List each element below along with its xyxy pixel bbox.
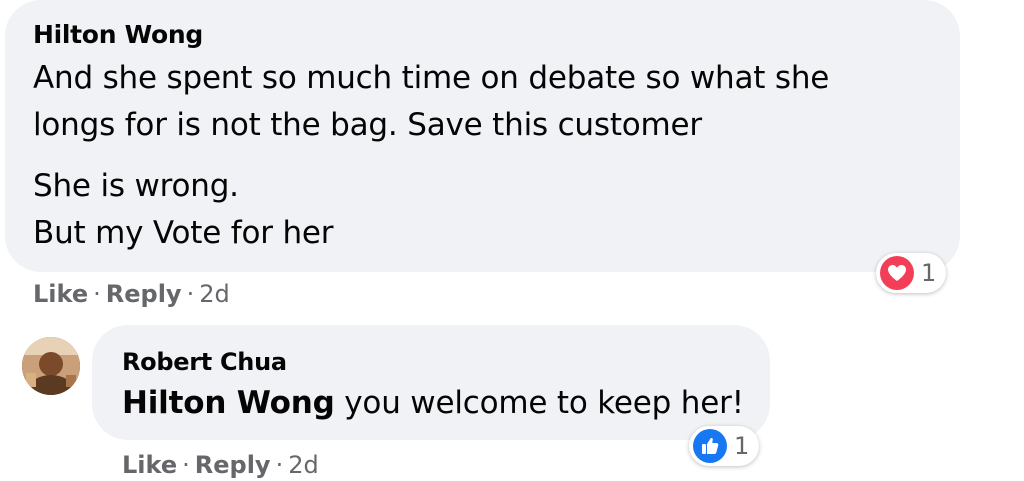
comment-timestamp[interactable]: 2d — [288, 451, 319, 479]
like-button[interactable]: Like — [122, 451, 177, 479]
reaction-summary[interactable]: 1 — [689, 426, 760, 466]
comment-text-line: She is wrong. — [33, 168, 239, 204]
comment-text-body: you welcome to keep her! — [334, 385, 744, 421]
heart-icon — [880, 256, 914, 290]
comment-bubble: Robert Chua Hilton Wong you welcome to k… — [92, 325, 770, 440]
comment-timestamp[interactable]: 2d — [199, 280, 230, 308]
mention-link[interactable]: Hilton Wong — [122, 385, 335, 421]
comment-actions: Like · Reply · 2d — [33, 280, 230, 308]
reaction-count: 1 — [734, 432, 750, 460]
comment-author[interactable]: Hilton Wong — [33, 20, 203, 49]
reply-button[interactable]: Reply — [195, 451, 271, 479]
separator: · — [275, 451, 284, 479]
reaction-summary[interactable]: 1 — [876, 253, 947, 293]
separator: · — [182, 451, 190, 479]
thumbs-up-icon — [693, 429, 727, 463]
reply-button[interactable]: Reply — [106, 280, 182, 308]
comment-text: Hilton Wong you welcome to keep her! — [122, 379, 744, 427]
comment-bubble: Hilton Wong And she spent so much time o… — [5, 0, 960, 272]
avatar[interactable] — [22, 337, 80, 395]
like-button[interactable]: Like — [33, 280, 88, 308]
reaction-count: 1 — [921, 259, 937, 287]
comment-author[interactable]: Robert Chua — [122, 348, 287, 376]
separator: · — [186, 280, 195, 308]
separator: · — [93, 280, 101, 308]
comment-text-line: longs for is not the bag. Save this cust… — [33, 107, 702, 143]
comment-text-line: And she spent so much time on debate so … — [33, 60, 830, 96]
comment-text-line: But my Vote for her — [33, 215, 334, 251]
comment-actions: Like · Reply · 2d — [122, 451, 319, 479]
